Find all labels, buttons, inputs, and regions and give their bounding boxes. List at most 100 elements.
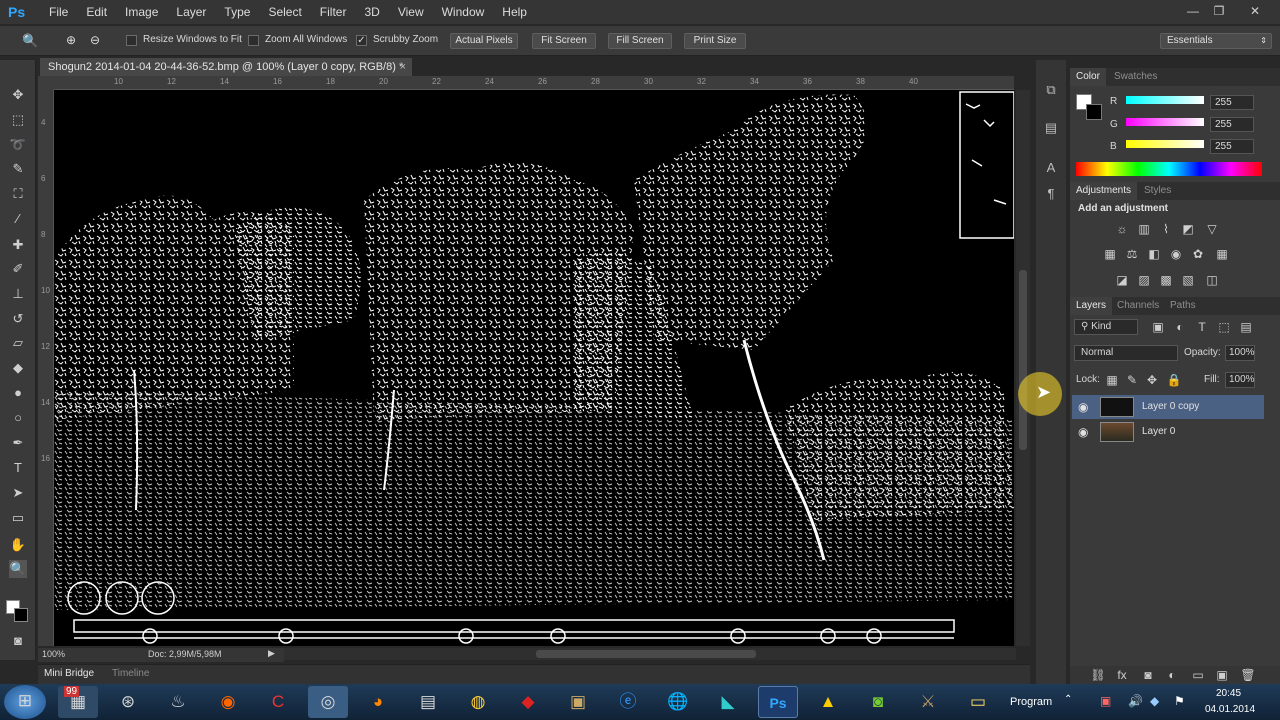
status-menu-arrow-icon[interactable]: ▶ <box>268 648 275 659</box>
horizontal-scroll-thumb[interactable] <box>536 650 756 658</box>
vertical-scroll-thumb[interactable] <box>1019 270 1027 450</box>
crop-tool-icon[interactable]: ⛶ <box>9 185 27 203</box>
document-canvas[interactable] <box>54 90 1014 646</box>
filter-type-icon[interactable]: T <box>1194 320 1210 334</box>
exposure-icon[interactable]: ◩ <box>1180 222 1196 236</box>
posterize-icon[interactable]: ▨ <box>1136 273 1152 287</box>
lock-pixels-icon[interactable]: ✎ <box>1124 373 1140 387</box>
fill-screen-button[interactable]: Fill Screen <box>608 33 672 49</box>
zoom-all-checkbox[interactable] <box>248 35 259 46</box>
path-select-tool-icon[interactable]: ➤ <box>9 484 27 502</box>
curves-icon[interactable]: ⌇ <box>1158 222 1174 236</box>
game-app-icon[interactable]: ◆ <box>508 686 548 718</box>
menu-edit[interactable]: Edit <box>77 0 116 24</box>
horizontal-scrollbar[interactable] <box>284 648 1016 660</box>
filter-shape-icon[interactable]: ⬚ <box>1216 320 1232 334</box>
clock-date[interactable]: 04.01.2014 <box>1205 704 1255 715</box>
document-tab[interactable]: Shogun2 2014-01-04 20-44-36-52.bmp @ 100… <box>40 58 412 76</box>
resize-windows-checkbox[interactable] <box>126 35 137 46</box>
paragraph-panel-icon[interactable]: ¶ <box>1042 186 1060 204</box>
menu-help[interactable]: Help <box>493 0 536 24</box>
menu-filter[interactable]: Filter <box>311 0 356 24</box>
quick-select-tool-icon[interactable]: ✎ <box>9 160 27 178</box>
layer-row-layer-0-copy[interactable]: ◉ Layer 0 copy <box>1072 395 1264 419</box>
layer-filter-select[interactable]: ⚲ Kind <box>1074 319 1138 335</box>
panel-background-swatch[interactable] <box>1086 104 1102 120</box>
close-document-icon[interactable]: × <box>400 58 406 76</box>
chrome-icon[interactable]: ◎ <box>308 686 348 718</box>
scrubby-zoom-checkbox[interactable]: ✓ <box>356 35 367 46</box>
tray-expand-icon[interactable]: ⌃ <box>1064 694 1072 705</box>
zoom-in-icon[interactable]: ⊕ <box>66 33 84 49</box>
brush-tool-icon[interactable]: ✐ <box>9 260 27 278</box>
new-group-icon[interactable]: ▭ <box>1190 668 1206 682</box>
zoom-tool-preset-icon[interactable]: 🔍 <box>22 33 40 49</box>
menu-view[interactable]: View <box>389 0 433 24</box>
hand-tool-icon[interactable]: ✋ <box>9 536 27 554</box>
vertical-scrollbar[interactable] <box>1016 90 1030 646</box>
g-value-field[interactable]: 255 <box>1210 117 1254 132</box>
filter-pixel-icon[interactable]: ▣ <box>1150 320 1166 334</box>
calculator-icon[interactable]: ▤ <box>408 686 448 718</box>
fill-field[interactable]: 100% <box>1225 372 1255 388</box>
history-panel-icon[interactable]: ⧉ <box>1042 82 1060 100</box>
black-white-icon[interactable]: ◧ <box>1146 247 1162 261</box>
link-layers-icon[interactable]: ⛓ <box>1090 668 1106 682</box>
tray-app-icon[interactable]: ▣ <box>1100 694 1111 708</box>
color-spectrum-bar[interactable] <box>1076 162 1262 176</box>
character-panel-icon[interactable]: A <box>1042 160 1060 178</box>
g-slider[interactable] <box>1126 118 1204 126</box>
visibility-eye-icon[interactable]: ◉ <box>1078 420 1088 444</box>
paint-bucket-tool-icon[interactable]: ◆ <box>9 359 27 377</box>
invert-icon[interactable]: ◪ <box>1114 273 1130 287</box>
volume-icon[interactable]: 🔊 <box>1128 694 1143 708</box>
opacity-field[interactable]: 100% <box>1225 345 1255 361</box>
menu-layer[interactable]: Layer <box>167 0 215 24</box>
dodge-tool-icon[interactable]: ○ <box>9 409 27 427</box>
origin-icon[interactable]: ◉ <box>208 686 248 718</box>
close-icon[interactable]: ✕ <box>1244 2 1266 20</box>
levels-icon[interactable]: ▥ <box>1136 222 1152 236</box>
menu-window[interactable]: Window <box>433 0 494 24</box>
minimize-icon[interactable]: — <box>1182 2 1204 20</box>
filter-smart-object-icon[interactable]: ▤ <box>1238 320 1254 334</box>
adjustments-tab[interactable]: Adjustments <box>1070 182 1138 200</box>
channel-mixer-icon[interactable]: ✿ <box>1190 247 1206 261</box>
new-adjustment-layer-icon[interactable]: ◐ <box>1164 668 1180 682</box>
shape-tool-icon[interactable]: ▭ <box>9 509 27 527</box>
layer-name[interactable]: Layer 0 copy <box>1142 395 1199 419</box>
menu-select[interactable]: Select <box>259 0 310 24</box>
eyedropper-tool-icon[interactable]: ⁄ <box>9 210 27 228</box>
color-tab[interactable]: Color <box>1070 68 1106 86</box>
r-slider[interactable] <box>1126 96 1204 104</box>
clock-time[interactable]: 20:45 <box>1216 688 1241 699</box>
history-brush-tool-icon[interactable]: ↺ <box>9 310 27 328</box>
photoshop-taskbar-icon[interactable]: Ps <box>758 686 798 718</box>
visibility-eye-icon[interactable]: ◉ <box>1078 395 1088 419</box>
workspace-select[interactable]: Essentials ⇕ <box>1160 33 1272 49</box>
blend-mode-select[interactable]: Normal <box>1074 345 1178 361</box>
explorer-icon[interactable]: ▭ <box>958 686 998 718</box>
zoom-out-icon[interactable]: ⊖ <box>90 33 108 49</box>
b-slider[interactable] <box>1126 140 1204 148</box>
audio-app-icon[interactable]: ◍ <box>458 686 498 718</box>
fit-screen-button[interactable]: Fit Screen <box>532 33 596 49</box>
color-balance-icon[interactable]: ⚖ <box>1124 247 1140 261</box>
print-size-button[interactable]: Print Size <box>684 33 746 49</box>
styles-tab[interactable]: Styles <box>1144 182 1171 200</box>
delete-layer-icon[interactable]: 🗑 <box>1240 668 1256 682</box>
new-layer-icon[interactable]: ▣ <box>1214 668 1230 682</box>
shogun-icon[interactable]: ⚔ <box>908 686 948 718</box>
lock-all-icon[interactable]: 🔒 <box>1166 373 1182 387</box>
ruler-origin[interactable] <box>38 76 54 90</box>
layer-style-icon[interactable]: fx <box>1114 668 1130 682</box>
layer-row-layer-0[interactable]: ◉ Layer 0 <box>1072 420 1264 444</box>
swatches-tab[interactable]: Swatches <box>1114 68 1157 86</box>
zoom-level[interactable]: 100% <box>42 649 65 659</box>
eraser-tool-icon[interactable]: ▱ <box>9 334 27 352</box>
healing-brush-tool-icon[interactable]: ✚ <box>9 236 27 254</box>
threshold-icon[interactable]: ▩ <box>1158 273 1174 287</box>
channels-tab[interactable]: Channels <box>1117 297 1159 315</box>
clone-stamp-tool-icon[interactable]: ⊥ <box>9 285 27 303</box>
blur-tool-icon[interactable]: ● <box>9 384 27 402</box>
